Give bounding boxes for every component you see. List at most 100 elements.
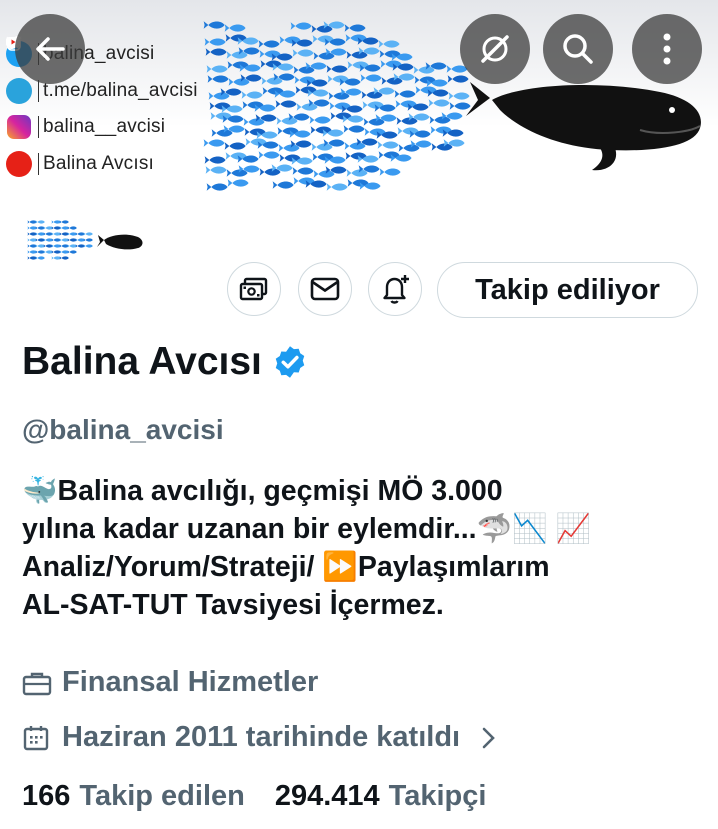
mail-icon — [310, 277, 340, 301]
followers-stat[interactable]: 294.414 Takipçi — [275, 780, 487, 813]
small-fish-shape — [398, 144, 420, 152]
small-fish-shape — [83, 232, 93, 236]
message-button[interactable] — [298, 262, 352, 316]
small-fish-shape — [378, 40, 400, 48]
notifications-button[interactable] — [368, 262, 422, 316]
small-fish-shape — [258, 40, 280, 48]
bio-line: Analiz/Yorum/Strateji/ ⏩Paylaşımlarım — [22, 551, 550, 583]
social-row-youtube: Balina Avcısı — [6, 37, 198, 183]
small-fish-shape — [296, 103, 318, 111]
search-button[interactable] — [543, 14, 613, 84]
back-button[interactable] — [15, 14, 85, 84]
small-fish-shape — [67, 250, 77, 254]
small-fish-shape — [313, 170, 335, 178]
bio-line: 🐳Balina avcılığı, geçmişi MÖ 3.000 — [22, 475, 503, 507]
more-options-button[interactable] — [632, 14, 702, 84]
small-fish-shape — [241, 91, 263, 99]
bio-line: yılına kadar uzanan bir eylemdir...🦈📉 📈 — [22, 513, 591, 545]
verified-badge-icon[interactable] — [272, 344, 308, 380]
small-fish-shape — [51, 244, 61, 248]
small-fish-shape — [27, 256, 37, 260]
small-fish-shape — [226, 51, 248, 59]
small-fish-shape — [344, 142, 366, 150]
small-fish-shape — [278, 144, 300, 152]
small-fish-shape — [83, 244, 93, 248]
small-fish-shape — [346, 169, 368, 177]
small-fish-shape — [27, 232, 37, 236]
small-fish-shape — [59, 226, 69, 230]
small-fish-shape — [51, 250, 61, 254]
subscribe-button[interactable] — [227, 262, 281, 316]
small-fish-shape — [51, 238, 61, 242]
small-fish-shape — [59, 250, 69, 254]
separator — [38, 79, 39, 102]
small-fish-shape — [203, 21, 225, 29]
profile-bio: 🐳Balina avcılığı, geçmişi MÖ 3.000 yılın… — [22, 472, 702, 624]
small-fish-shape — [43, 250, 53, 254]
small-fish-shape — [311, 25, 333, 33]
small-fish-shape — [243, 118, 265, 126]
grok-icon — [481, 35, 509, 63]
small-fish-shape — [27, 238, 37, 242]
small-fish-shape — [35, 226, 45, 230]
briefcase-icon — [22, 668, 52, 698]
small-fish-shape — [204, 156, 226, 164]
join-date-label: Haziran 2011 tarihinde katıldı — [62, 721, 461, 753]
small-fish-shape — [27, 220, 37, 224]
instagram-icon — [7, 37, 31, 140]
join-date-row[interactable]: Haziran 2011 tarihinde katıldı — [22, 721, 498, 754]
profile-banner[interactable]: balina_avcisi t.me/balina_avcisi balina_… — [0, 0, 718, 212]
following-button[interactable]: Takip ediliyor — [437, 262, 698, 318]
small-fish-shape — [449, 102, 471, 110]
small-fish-shape — [211, 129, 233, 137]
small-fish-shape — [59, 256, 69, 260]
small-fish-shape — [313, 52, 335, 60]
small-fish-shape — [228, 78, 250, 86]
small-fish-shape — [59, 220, 69, 224]
chevron-right-icon — [482, 727, 495, 748]
small-fish-shape — [35, 244, 45, 248]
small-fish-shape — [75, 232, 85, 236]
social-text-youtube: Balina Avcısı — [43, 152, 155, 174]
more-vertical-icon — [663, 33, 671, 65]
avatar-fish-whale-image — [27, 220, 143, 260]
small-fish-shape — [67, 238, 77, 242]
small-fish-shape — [67, 244, 77, 248]
small-fish-shape — [27, 244, 37, 248]
following-label: Takip edilen — [79, 780, 245, 812]
avatar[interactable] — [10, 196, 148, 276]
small-fish-shape — [226, 169, 248, 177]
small-fish-shape — [27, 226, 37, 230]
telegram-icon — [6, 37, 32, 104]
small-fish-shape — [208, 92, 230, 100]
calendar-icon — [22, 723, 52, 753]
small-fish-shape — [59, 238, 69, 242]
following-stat[interactable]: 166 Takip edilen — [22, 780, 245, 813]
small-fish-shape — [394, 90, 416, 98]
grok-button[interactable] — [460, 14, 530, 84]
small-fish-shape — [224, 24, 246, 32]
small-fish-shape — [447, 75, 469, 83]
follow-stats: 166 Takip edilen 294.414 Takipçi — [22, 780, 486, 813]
small-fish-shape — [35, 232, 45, 236]
small-fish-shape — [326, 65, 348, 73]
profile-name-row: Balina Avcısı — [22, 340, 308, 384]
small-fish-shape — [27, 250, 37, 254]
money-icon — [239, 277, 268, 301]
small-fish-shape — [35, 256, 45, 260]
small-fish-shape — [75, 244, 85, 248]
small-fish-shape — [83, 238, 93, 242]
small-fish-shape — [51, 226, 61, 230]
small-fish-shape — [309, 116, 331, 124]
small-fish-shape — [206, 65, 228, 73]
followers-label: Takipçi — [388, 780, 487, 812]
small-fish-shape — [311, 143, 333, 151]
small-fish-shape — [377, 141, 399, 149]
small-fish-shape — [205, 166, 227, 174]
separator — [38, 116, 39, 139]
social-text-telegram: t.me/balina_avcisi — [43, 79, 198, 101]
profile-handle: @balina_avcisi — [22, 414, 224, 445]
following-count: 166 — [22, 780, 71, 812]
followers-count: 294.414 — [274, 780, 380, 812]
small-fish-shape — [326, 183, 348, 191]
